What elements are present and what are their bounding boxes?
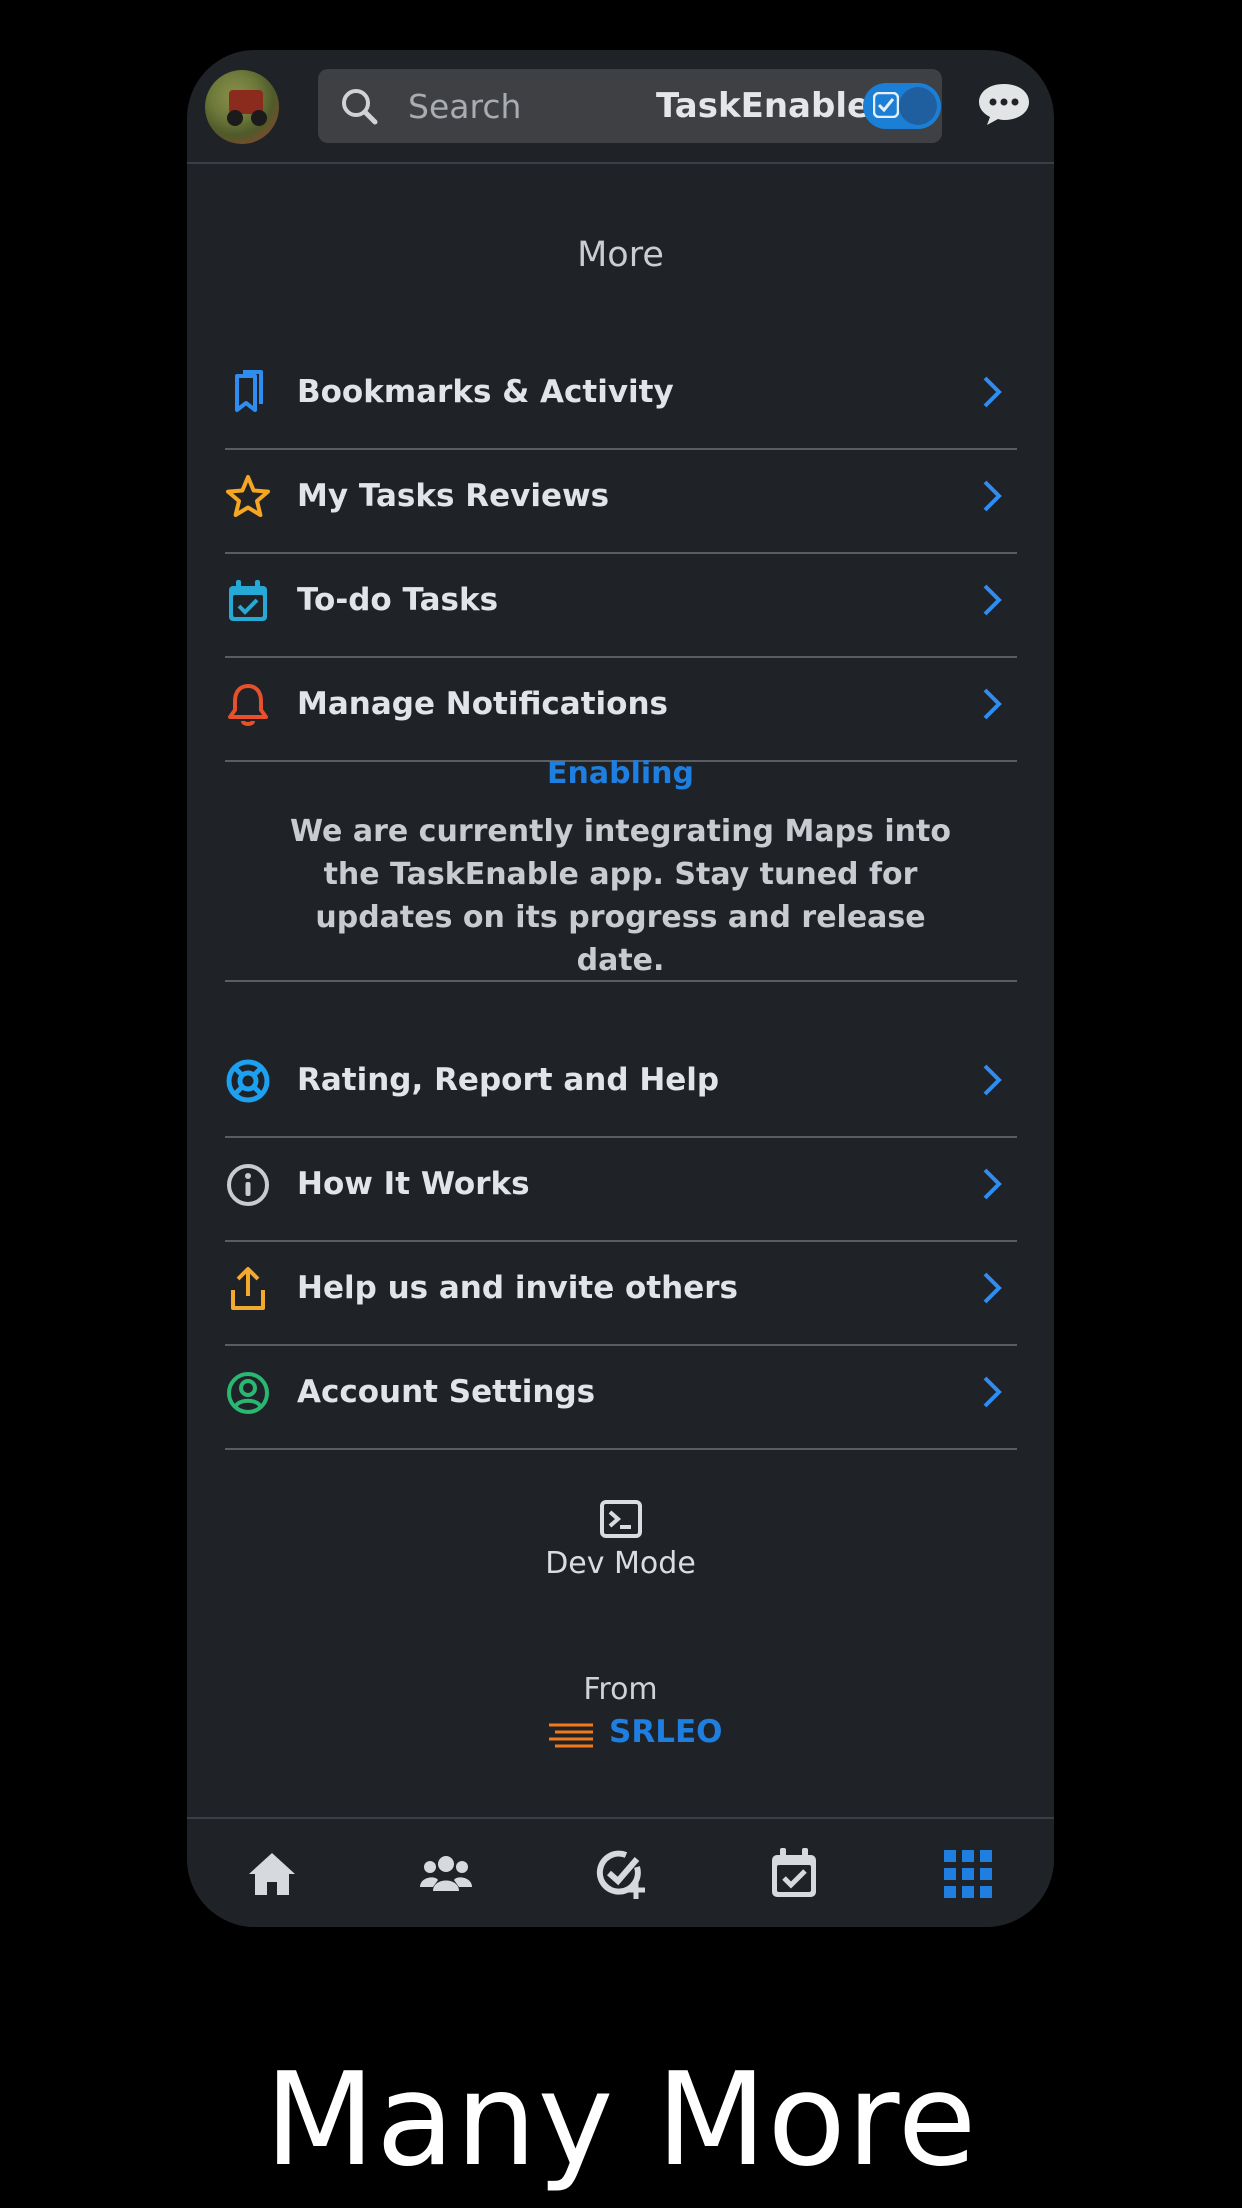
divider — [225, 980, 1017, 982]
search-placeholder[interactable]: Search — [408, 87, 521, 126]
menu-item-label: Rating, Report and Help — [297, 1062, 720, 1098]
promo-caption: Many More — [264, 2046, 978, 2195]
avatar[interactable] — [205, 70, 279, 144]
chevron-right-icon — [983, 1168, 1002, 1200]
bell-icon — [228, 684, 268, 726]
share-icon — [231, 1267, 265, 1310]
menu-item-invite[interactable]: Help us and invite others — [225, 1240, 1017, 1346]
check-icon — [873, 92, 899, 118]
calendar-icon[interactable] — [767, 1847, 821, 1901]
chevron-right-icon — [983, 480, 1002, 512]
terminal-icon — [599, 1500, 642, 1538]
search-icon — [342, 89, 378, 125]
calendar-check-icon — [229, 580, 267, 621]
bookmark-icon — [235, 370, 263, 412]
chevron-right-icon — [983, 1272, 1002, 1304]
menu-item-rating-help[interactable]: Rating, Report and Help — [225, 1032, 1017, 1138]
home-icon[interactable] — [245, 1847, 299, 1901]
lifebuoy-icon — [226, 1059, 270, 1103]
menu-item-label: Help us and invite others — [297, 1270, 738, 1306]
users-icon[interactable] — [419, 1847, 473, 1901]
from-label: From — [583, 1672, 658, 1707]
notice-text: We are currently integrating Maps into t… — [290, 814, 951, 978]
menu-item-reviews[interactable]: My Tasks Reviews — [225, 448, 1017, 554]
chevron-right-icon — [983, 1064, 1002, 1096]
menu-item-bookmarks[interactable]: Bookmarks & Activity — [225, 344, 1017, 450]
menu-item-how-it-works[interactable]: How It Works — [225, 1136, 1017, 1242]
phone-frame: Search TaskEnable More Bookmarks & Activ… — [187, 50, 1054, 1927]
menu-item-label: My Tasks Reviews — [297, 478, 610, 514]
info-icon — [227, 1164, 269, 1206]
dev-mode-label: Dev Mode — [545, 1546, 696, 1581]
app-brand: TaskEnable — [656, 86, 871, 126]
mode-toggle[interactable] — [863, 83, 941, 129]
menu-item-label: Bookmarks & Activity — [297, 374, 674, 410]
chevron-right-icon — [983, 376, 1002, 408]
menu-item-label: Manage Notifications — [297, 686, 668, 722]
star-icon — [226, 475, 270, 517]
bottom-nav — [187, 1817, 1054, 1927]
user-circle-icon — [227, 1372, 269, 1414]
menu-item-label: How It Works — [297, 1166, 530, 1202]
menu-item-account-settings[interactable]: Account Settings — [225, 1344, 1017, 1450]
menu-item-notifications[interactable]: Manage Notifications — [225, 656, 1017, 762]
chevron-right-icon — [983, 584, 1002, 616]
menu-item-todo[interactable]: To-do Tasks — [225, 552, 1017, 658]
top-bar: Search TaskEnable — [187, 50, 1054, 164]
menu-item-label: Account Settings — [297, 1374, 596, 1410]
chat-icon[interactable] — [977, 82, 1031, 126]
speed-lines-icon — [549, 1723, 593, 1748]
search-bar[interactable]: Search TaskEnable — [318, 69, 942, 143]
dev-mode-button[interactable]: Dev Mode — [187, 1500, 1054, 1581]
notice-title: Enabling — [547, 756, 694, 791]
chevron-right-icon — [983, 1376, 1002, 1408]
grid-icon[interactable] — [941, 1847, 995, 1901]
company-name: SRLEO — [609, 1714, 723, 1750]
menu-item-label: To-do Tasks — [297, 582, 499, 618]
toggle-knob — [899, 87, 937, 125]
chevron-right-icon — [983, 688, 1002, 720]
page-title: More — [577, 235, 664, 275]
task-add-icon[interactable] — [593, 1847, 647, 1901]
